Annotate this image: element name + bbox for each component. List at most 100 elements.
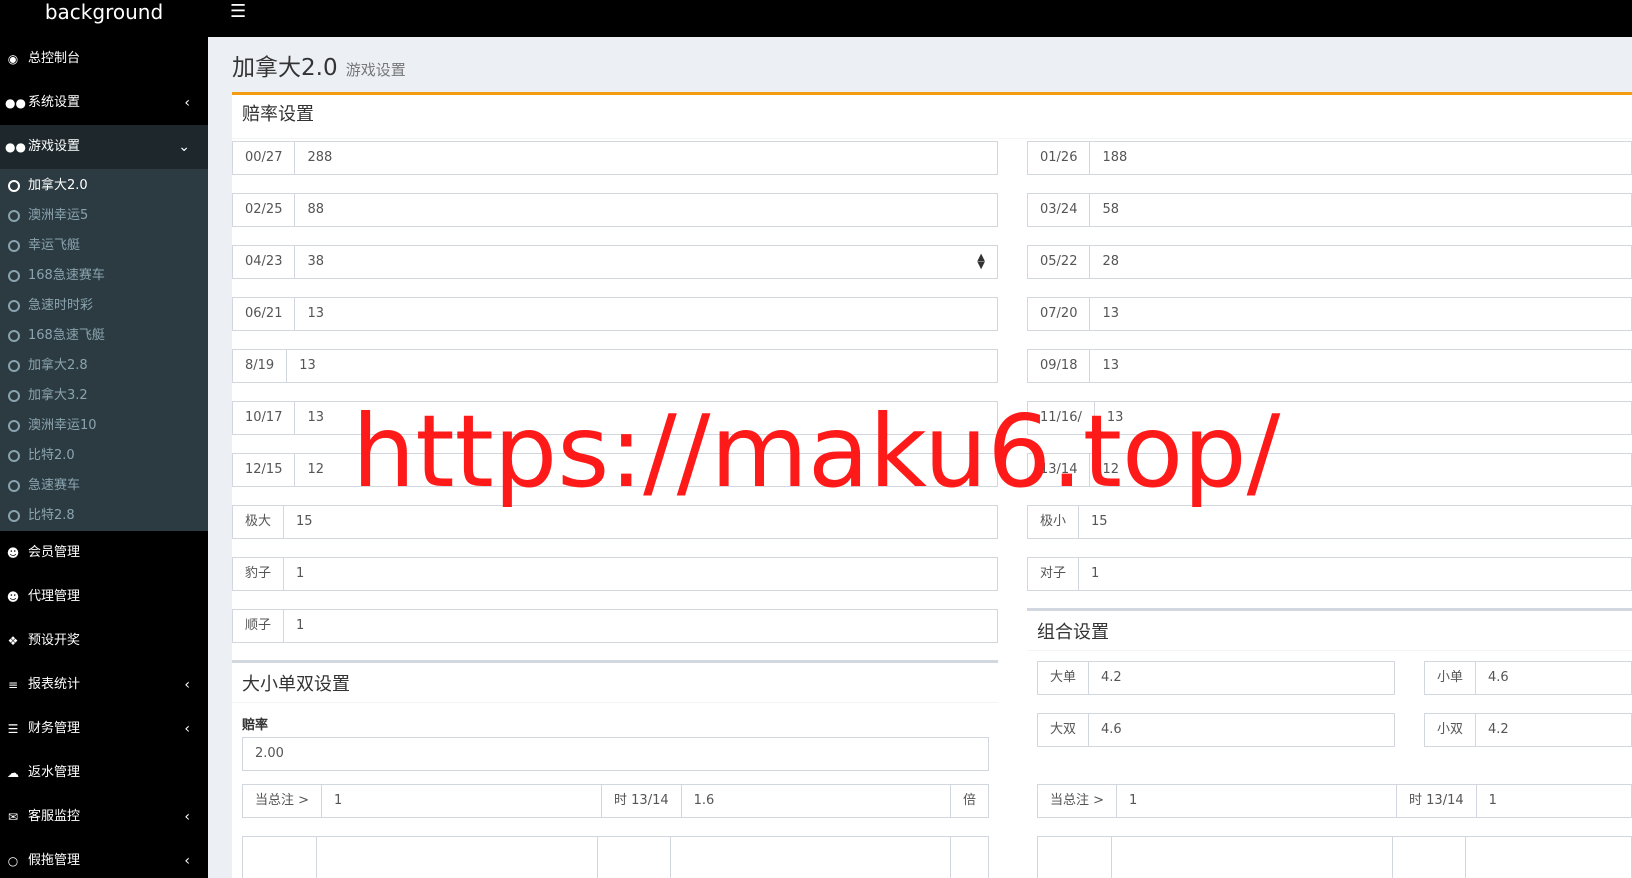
threshold-input[interactable]: 1 [322, 785, 603, 817]
cubes-icon: ❖ [7, 634, 19, 648]
sidebar-item-fake-players[interactable]: ○ 假拖管理 ‹ [0, 839, 208, 878]
odds-label: 06/21 [233, 298, 296, 330]
row-cell[interactable] [598, 837, 671, 878]
circle-icon [8, 270, 20, 282]
odds-input[interactable]: 88 [295, 194, 997, 226]
submenu-item[interactable]: 加拿大3.2 [0, 381, 208, 411]
comment-icon: ○ [7, 854, 19, 868]
submenu-item[interactable]: 急速赛车 [0, 471, 208, 501]
odds-input[interactable]: 13 [1090, 350, 1631, 382]
row-cell[interactable] [671, 837, 951, 878]
sidebar-item-label: 财务管理 [28, 721, 81, 736]
sidebar-item-system-settings[interactable]: ●● 系统设置 ‹ [0, 81, 208, 125]
odds-input[interactable]: 38 [295, 246, 997, 278]
odds-label: 04/23 [233, 246, 296, 278]
sidebar-item-game-settings[interactable]: ●● 游戏设置 ⌄ [0, 125, 208, 169]
submenu-item[interactable]: 比特2.8 [0, 501, 208, 531]
odds-input[interactable]: 28 [1090, 246, 1631, 278]
row-cell[interactable] [317, 837, 598, 878]
odds-input[interactable]: 1 [1079, 558, 1631, 590]
sidebar-item-label: 返水管理 [28, 765, 81, 780]
odds-input-group: 极大 15 [232, 505, 998, 539]
combo-input-group: 小双 4.2 [1424, 713, 1632, 747]
odds-input-group: 00/27 288 [232, 141, 998, 175]
odds-input[interactable]: 1 [284, 610, 997, 642]
combo-input[interactable]: 4.6 [1476, 662, 1631, 694]
sidebar-item-label: 客服监控 [28, 809, 81, 824]
submenu-item[interactable]: 澳洲幸运5 [0, 201, 208, 231]
odds-label: 01/26 [1028, 142, 1091, 174]
unit-label: 倍 [949, 785, 988, 817]
odds-input[interactable]: 188 [1090, 142, 1631, 174]
odds-label: 07/20 [1028, 298, 1091, 330]
submenu-item[interactable]: 168急速赛车 [0, 261, 208, 291]
odds-input[interactable]: 288 [295, 142, 997, 174]
sidebar-item-members[interactable]: ☻ 会员管理 [0, 531, 208, 575]
submenu-item[interactable]: 急速时时彩 [0, 291, 208, 321]
row-cell[interactable] [1112, 837, 1393, 878]
odds-input[interactable]: 13 [295, 298, 997, 330]
game-settings-submenu: 加拿大2.0 澳洲幸运5 幸运飞艇 168急速赛车 急速时时彩 168急速飞艇 … [0, 169, 208, 531]
submenu-item[interactable]: 加拿大2.8 [0, 351, 208, 381]
row-cell[interactable] [1466, 837, 1631, 878]
threshold-input[interactable]: 1 [1117, 785, 1398, 817]
submenu-item[interactable]: 澳洲幸运10 [0, 411, 208, 441]
submenu-label: 168急速赛车 [28, 268, 105, 283]
page-header: 加拿大2.0 游戏设置 [232, 48, 406, 82]
submenu-item[interactable]: 加拿大2.0 [0, 171, 208, 201]
threshold-multiplier-input[interactable]: 1.6 [682, 785, 950, 817]
odds-input-group: 顺子 1 [232, 609, 998, 643]
odds-input[interactable]: 15 [284, 506, 997, 538]
submenu-item[interactable]: 幸运飞艇 [0, 231, 208, 261]
circle-icon [8, 210, 20, 222]
rate-label: 赔率 [242, 718, 269, 733]
box-title: 赔率设置 [232, 95, 1632, 139]
page-subtitle: 游戏设置 [345, 61, 406, 79]
odds-input-group: 07/20 13 [1027, 297, 1632, 331]
odds-input-group: 06/21 13 [232, 297, 998, 331]
odds-input[interactable]: 13 [1090, 298, 1631, 330]
odds-label: 03/24 [1028, 194, 1091, 226]
sidebar-item-rebate[interactable]: ☁ 返水管理 [0, 751, 208, 795]
circle-icon [8, 420, 20, 432]
submenu-item[interactable]: 比特2.0 [0, 441, 208, 471]
threshold-mid-label: 时 13/14 [1397, 785, 1477, 817]
row-cell[interactable] [1038, 837, 1112, 878]
threshold-input-group: 当总注 > 1 时 13/14 1.6 倍 [242, 784, 989, 818]
row-cell[interactable] [1393, 837, 1466, 878]
odds-input[interactable]: 12 [1090, 454, 1631, 486]
row-cell[interactable] [951, 837, 988, 878]
sidebar-item-label: 预设开奖 [28, 633, 81, 648]
circle-icon [8, 360, 20, 372]
sidebar-item-reports[interactable]: ≡ 报表统计 ‹ [0, 663, 208, 707]
combo-label: 小单 [1425, 662, 1477, 694]
combo-input[interactable]: 4.2 [1089, 662, 1394, 694]
sidebar-item-dashboard[interactable]: ◉ 总控制台 [0, 37, 208, 81]
rate-input[interactable]: 2.00 [243, 738, 988, 770]
brand-logo[interactable]: background [0, 0, 208, 37]
page-title: 加拿大2.0 [232, 55, 338, 81]
sidebar-item-agents[interactable]: ☻ 代理管理 [0, 575, 208, 619]
sidebar-item-preset-draw[interactable]: ❖ 预设开奖 [0, 619, 208, 663]
odds-input[interactable]: 58 [1090, 194, 1631, 226]
combo-label: 大单 [1038, 662, 1090, 694]
sidebar-item-support-monitor[interactable]: ✉ 客服监控 ‹ [0, 795, 208, 839]
combo-input[interactable]: 4.2 [1476, 714, 1631, 746]
row-cell[interactable] [243, 837, 317, 878]
odds-input[interactable]: 15 [1079, 506, 1631, 538]
users-icon: ☻ [6, 590, 20, 604]
hamburger-icon[interactable]: ☰ [230, 2, 246, 22]
odds-input[interactable]: 1 [284, 558, 997, 590]
threshold-multiplier-input[interactable]: 1 [1477, 785, 1631, 817]
odds-input[interactable]: 13 [1095, 402, 1631, 434]
number-spinner-icon[interactable]: ▲ ▼ [977, 253, 985, 271]
sidebar-item-label: 总控制台 [28, 51, 81, 66]
odds-input[interactable]: 13 [287, 350, 997, 382]
odds-input[interactable]: 13 [295, 402, 997, 434]
combo-input[interactable]: 4.6 [1089, 714, 1394, 746]
odds-input[interactable]: 12 [295, 454, 997, 486]
cloud-download-icon: ☁ [7, 766, 19, 780]
sidebar-item-finance[interactable]: ☰ 财务管理 ‹ [0, 707, 208, 751]
submenu-item[interactable]: 168急速飞艇 [0, 321, 208, 351]
submenu-label: 比特2.0 [28, 448, 75, 463]
